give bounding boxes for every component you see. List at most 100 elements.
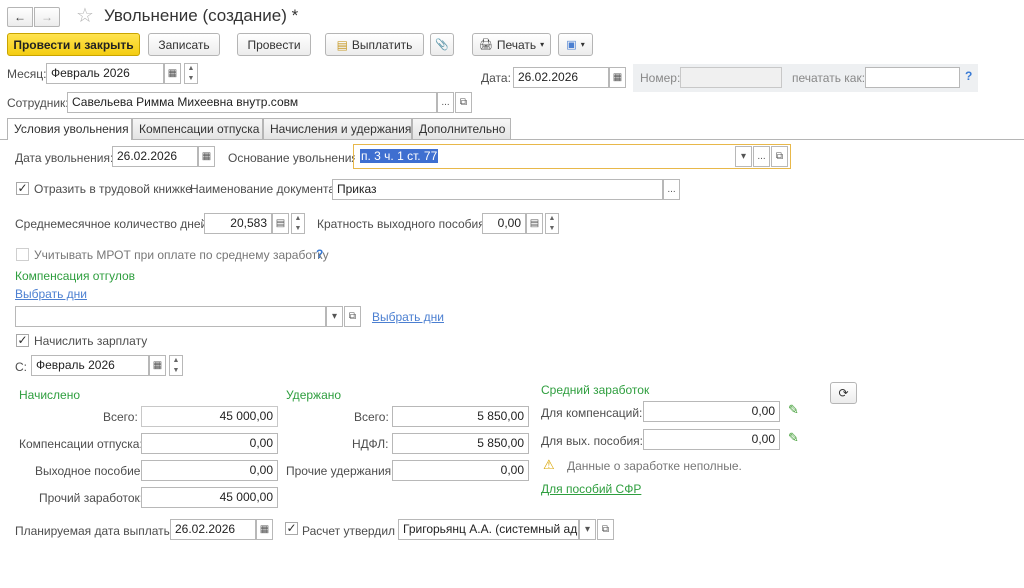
number-field[interactable]	[680, 67, 782, 88]
open-link-icon[interactable]: ⧉	[771, 146, 788, 167]
window-title: Увольнение (создание) *	[104, 6, 299, 25]
avg-days-spinner[interactable]: ▲ ▼	[291, 213, 305, 234]
withheld-ndfl-field: 5 850,00	[392, 433, 529, 454]
open-link-icon[interactable]: ⧉	[344, 306, 361, 327]
withheld-other-label: Прочие удержания:	[286, 464, 395, 478]
forward-button[interactable]: →	[34, 7, 60, 27]
date-field[interactable]: 26.02.2026	[513, 67, 609, 88]
chevron-down-icon: ▾	[580, 40, 585, 49]
tab-accruals-deductions[interactable]: Начисления и удержания	[263, 118, 412, 139]
doc-name-field[interactable]: Приказ	[332, 179, 663, 200]
help-icon[interactable]: ?	[965, 69, 972, 83]
select-ellipsis-icon[interactable]: ...	[663, 179, 680, 200]
document-icon: ▣	[566, 39, 577, 51]
from-month-field[interactable]: Февраль 2026	[31, 355, 149, 376]
withheld-total-field: 5 850,00	[392, 406, 529, 427]
favorite-star-icon[interactable]: ☆	[76, 3, 94, 28]
accrued-severance-label: Выходное пособие:	[35, 464, 144, 478]
date-label: Дата:	[481, 71, 511, 85]
tab-strip-line	[0, 139, 1024, 140]
average-title: Средний заработок	[541, 383, 650, 397]
calendar-icon[interactable]: ▦	[149, 355, 166, 376]
calendar-icon[interactable]: ▦	[609, 67, 626, 88]
pay-button[interactable]: ▤ Выплатить	[325, 33, 424, 56]
comp-days-off-title: Компенсация отгулов	[15, 269, 135, 283]
select-ellipsis-icon[interactable]: ...	[437, 92, 454, 113]
comp-days-off-field[interactable]	[15, 306, 326, 327]
calendar-icon[interactable]: ▦	[256, 519, 273, 540]
withheld-total-label: Всего:	[354, 410, 389, 424]
more-actions-button[interactable]: ▣ ▾	[558, 33, 593, 56]
tab-vacation-compensation[interactable]: Компенсации отпуска	[132, 118, 263, 139]
back-button[interactable]: ←	[7, 7, 33, 27]
edit-pencil-icon[interactable]: ✎	[788, 430, 799, 446]
calculator-icon[interactable]: ▤	[272, 213, 289, 234]
print-as-field[interactable]	[865, 67, 960, 88]
month-field[interactable]: Февраль 2026	[46, 63, 164, 84]
tab-additional[interactable]: Дополнительно	[412, 118, 511, 139]
print-as-label: печатать как:	[792, 71, 866, 85]
calendar-icon[interactable]: ▦	[164, 63, 181, 84]
refresh-icon: ⟳	[838, 386, 849, 400]
dropdown-arrow-icon[interactable]: ▾	[326, 306, 343, 327]
pay-date-field[interactable]: 26.02.2026	[170, 519, 256, 540]
doc-name-label: Наименование документа:	[190, 182, 339, 196]
mrot-label: Учитывать МРОТ при оплате по среднему за…	[34, 248, 329, 262]
approved-by-field[interactable]: Григорьянц А.А. (системный адми	[398, 519, 579, 540]
help-icon[interactable]: ?	[316, 247, 323, 261]
select-days-link[interactable]: Выбрать дни	[15, 287, 87, 301]
accrued-other-label: Прочий заработок:	[39, 491, 144, 505]
forward-arrow-icon: →	[41, 10, 53, 24]
number-label: Номер:	[640, 71, 681, 85]
post-and-close-button[interactable]: Провести и закрыть	[7, 33, 140, 56]
open-link-icon[interactable]: ⧉	[597, 519, 614, 540]
pay-label: Выплатить	[351, 37, 413, 52]
employee-field[interactable]: Савельева Римма Михеевна внутр.совм	[67, 92, 437, 113]
calendar-icon[interactable]: ▦	[198, 146, 215, 167]
average-comp-label: Для компенсаций:	[541, 406, 643, 420]
tab-dismissal-conditions[interactable]: Условия увольнения	[7, 118, 132, 140]
reflect-labor-book-checkbox[interactable]: ✓	[16, 182, 29, 195]
average-comp-field[interactable]: 0,00	[643, 401, 780, 422]
mrot-checkbox[interactable]	[16, 248, 29, 261]
refresh-button[interactable]: ⟳	[830, 382, 857, 404]
multiplicity-spinner[interactable]: ▲ ▼	[545, 213, 559, 234]
basis-field[interactable]: п. 3 ч. 1 ст. 77	[355, 146, 735, 167]
post-button[interactable]: Провести	[237, 33, 311, 56]
back-arrow-icon: ←	[14, 10, 26, 24]
select-ellipsis-icon[interactable]: ...	[753, 146, 770, 167]
dismissal-date-label: Дата увольнения:	[15, 151, 114, 165]
attach-button[interactable]: 📎	[430, 33, 454, 56]
from-month-spinner[interactable]: ▲ ▼	[169, 355, 183, 376]
accrue-salary-checkbox[interactable]: ✓	[16, 334, 29, 347]
basis-selected-text: п. 3 ч. 1 ст. 77	[360, 149, 439, 163]
print-button[interactable]: 🖨 Печать ▾	[472, 33, 551, 56]
multiplicity-field[interactable]: 0,00	[482, 213, 526, 234]
average-sev-field[interactable]: 0,00	[643, 429, 780, 450]
month-label: Месяц:	[7, 67, 47, 81]
save-button[interactable]: Записать	[148, 33, 220, 56]
open-link-icon[interactable]: ⧉	[455, 92, 472, 113]
dropdown-arrow-icon[interactable]: ▾	[579, 519, 596, 540]
sfr-benefits-link[interactable]: Для пособий СФР	[541, 482, 641, 496]
select-days-link-2[interactable]: Выбрать дни	[372, 310, 444, 324]
edit-pencil-icon[interactable]: ✎	[788, 402, 799, 418]
accrued-total-field: 45 000,00	[141, 406, 278, 427]
withheld-title: Удержано	[286, 388, 342, 402]
post-and-close-label: Провести и закрыть	[13, 37, 134, 52]
calculator-icon[interactable]: ▤	[526, 213, 543, 234]
chevron-down-icon: ▾	[540, 40, 545, 49]
avg-days-field[interactable]: 20,583	[204, 213, 272, 234]
accrued-vacation-label: Компенсации отпуска:	[19, 437, 143, 451]
print-label: Печать	[496, 37, 537, 52]
printer-icon: 🖨	[478, 39, 493, 51]
approved-checkbox[interactable]: ✓	[285, 522, 298, 535]
dropdown-arrow-icon[interactable]: ▾	[735, 146, 752, 167]
accrued-severance-field: 0,00	[141, 460, 278, 481]
withheld-ndfl-label: НДФЛ:	[352, 437, 389, 451]
approved-label: Расчет утвердил	[302, 524, 396, 538]
basis-label: Основание увольнения:	[228, 151, 362, 165]
month-spinner[interactable]: ▲ ▼	[184, 63, 198, 84]
dismissal-date-field[interactable]: 26.02.2026	[112, 146, 198, 167]
from-label: С:	[15, 360, 27, 374]
